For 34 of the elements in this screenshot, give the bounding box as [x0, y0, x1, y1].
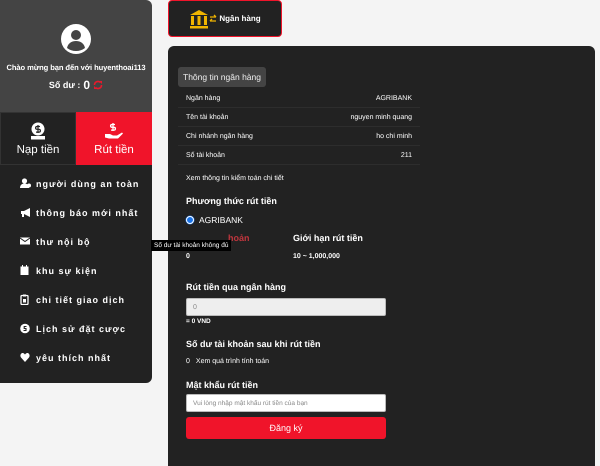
menu-item[interactable]: người dùng an toàn — [0, 169, 152, 198]
amount-label: Rút tiền qua ngân hàng — [186, 282, 287, 292]
remaining-label: Số dư tài khoản sau khi rút tiền — [186, 339, 322, 349]
clipboard-icon — [20, 294, 31, 305]
balance-heading: hoản — [228, 233, 250, 243]
menu-item[interactable]: Lịch sử đặt cược — [0, 314, 152, 343]
radio-button[interactable] — [186, 216, 194, 224]
section-heading: Phương thức rút tiền — [186, 196, 278, 206]
limit-heading: Giới hạn rút tiền — [293, 233, 364, 245]
avatar-icon — [61, 24, 91, 54]
balance-value: 0 — [83, 78, 90, 92]
password-label: Mật khẩu rút tiền — [186, 380, 260, 390]
mail-icon — [20, 236, 31, 247]
balance-label: Số dư : — [48, 80, 80, 90]
user-icon — [20, 178, 31, 189]
menu-item[interactable]: yêu thích nhất — [0, 343, 152, 372]
bank-tab[interactable]: Ngân hàng — [168, 0, 282, 37]
megaphone-icon — [20, 207, 31, 218]
deposit-button[interactable]: Nạp tiền — [0, 112, 76, 165]
refresh-icon — [93, 80, 104, 90]
withdraw-button[interactable]: Rút tiền — [76, 112, 152, 165]
section-title: Thông tin ngân hàng — [178, 67, 266, 87]
menu-item[interactable]: thông báo mới nhất — [0, 198, 152, 227]
menu-item[interactable]: thư nội bộ — [0, 227, 152, 256]
bank-icon — [189, 8, 218, 28]
coin-icon — [20, 323, 31, 334]
calendar-icon — [20, 265, 31, 276]
heart-icon — [20, 352, 31, 363]
money-bag-icon — [30, 122, 46, 140]
radio-label: AGRIBANK — [199, 215, 243, 225]
menu-item[interactable]: khu sự kiện — [0, 256, 152, 285]
hand-coin-icon — [105, 122, 123, 140]
menu-item[interactable]: chi tiết giao dịch — [0, 285, 152, 314]
submit-button[interactable]: Đăng ký — [186, 417, 386, 439]
